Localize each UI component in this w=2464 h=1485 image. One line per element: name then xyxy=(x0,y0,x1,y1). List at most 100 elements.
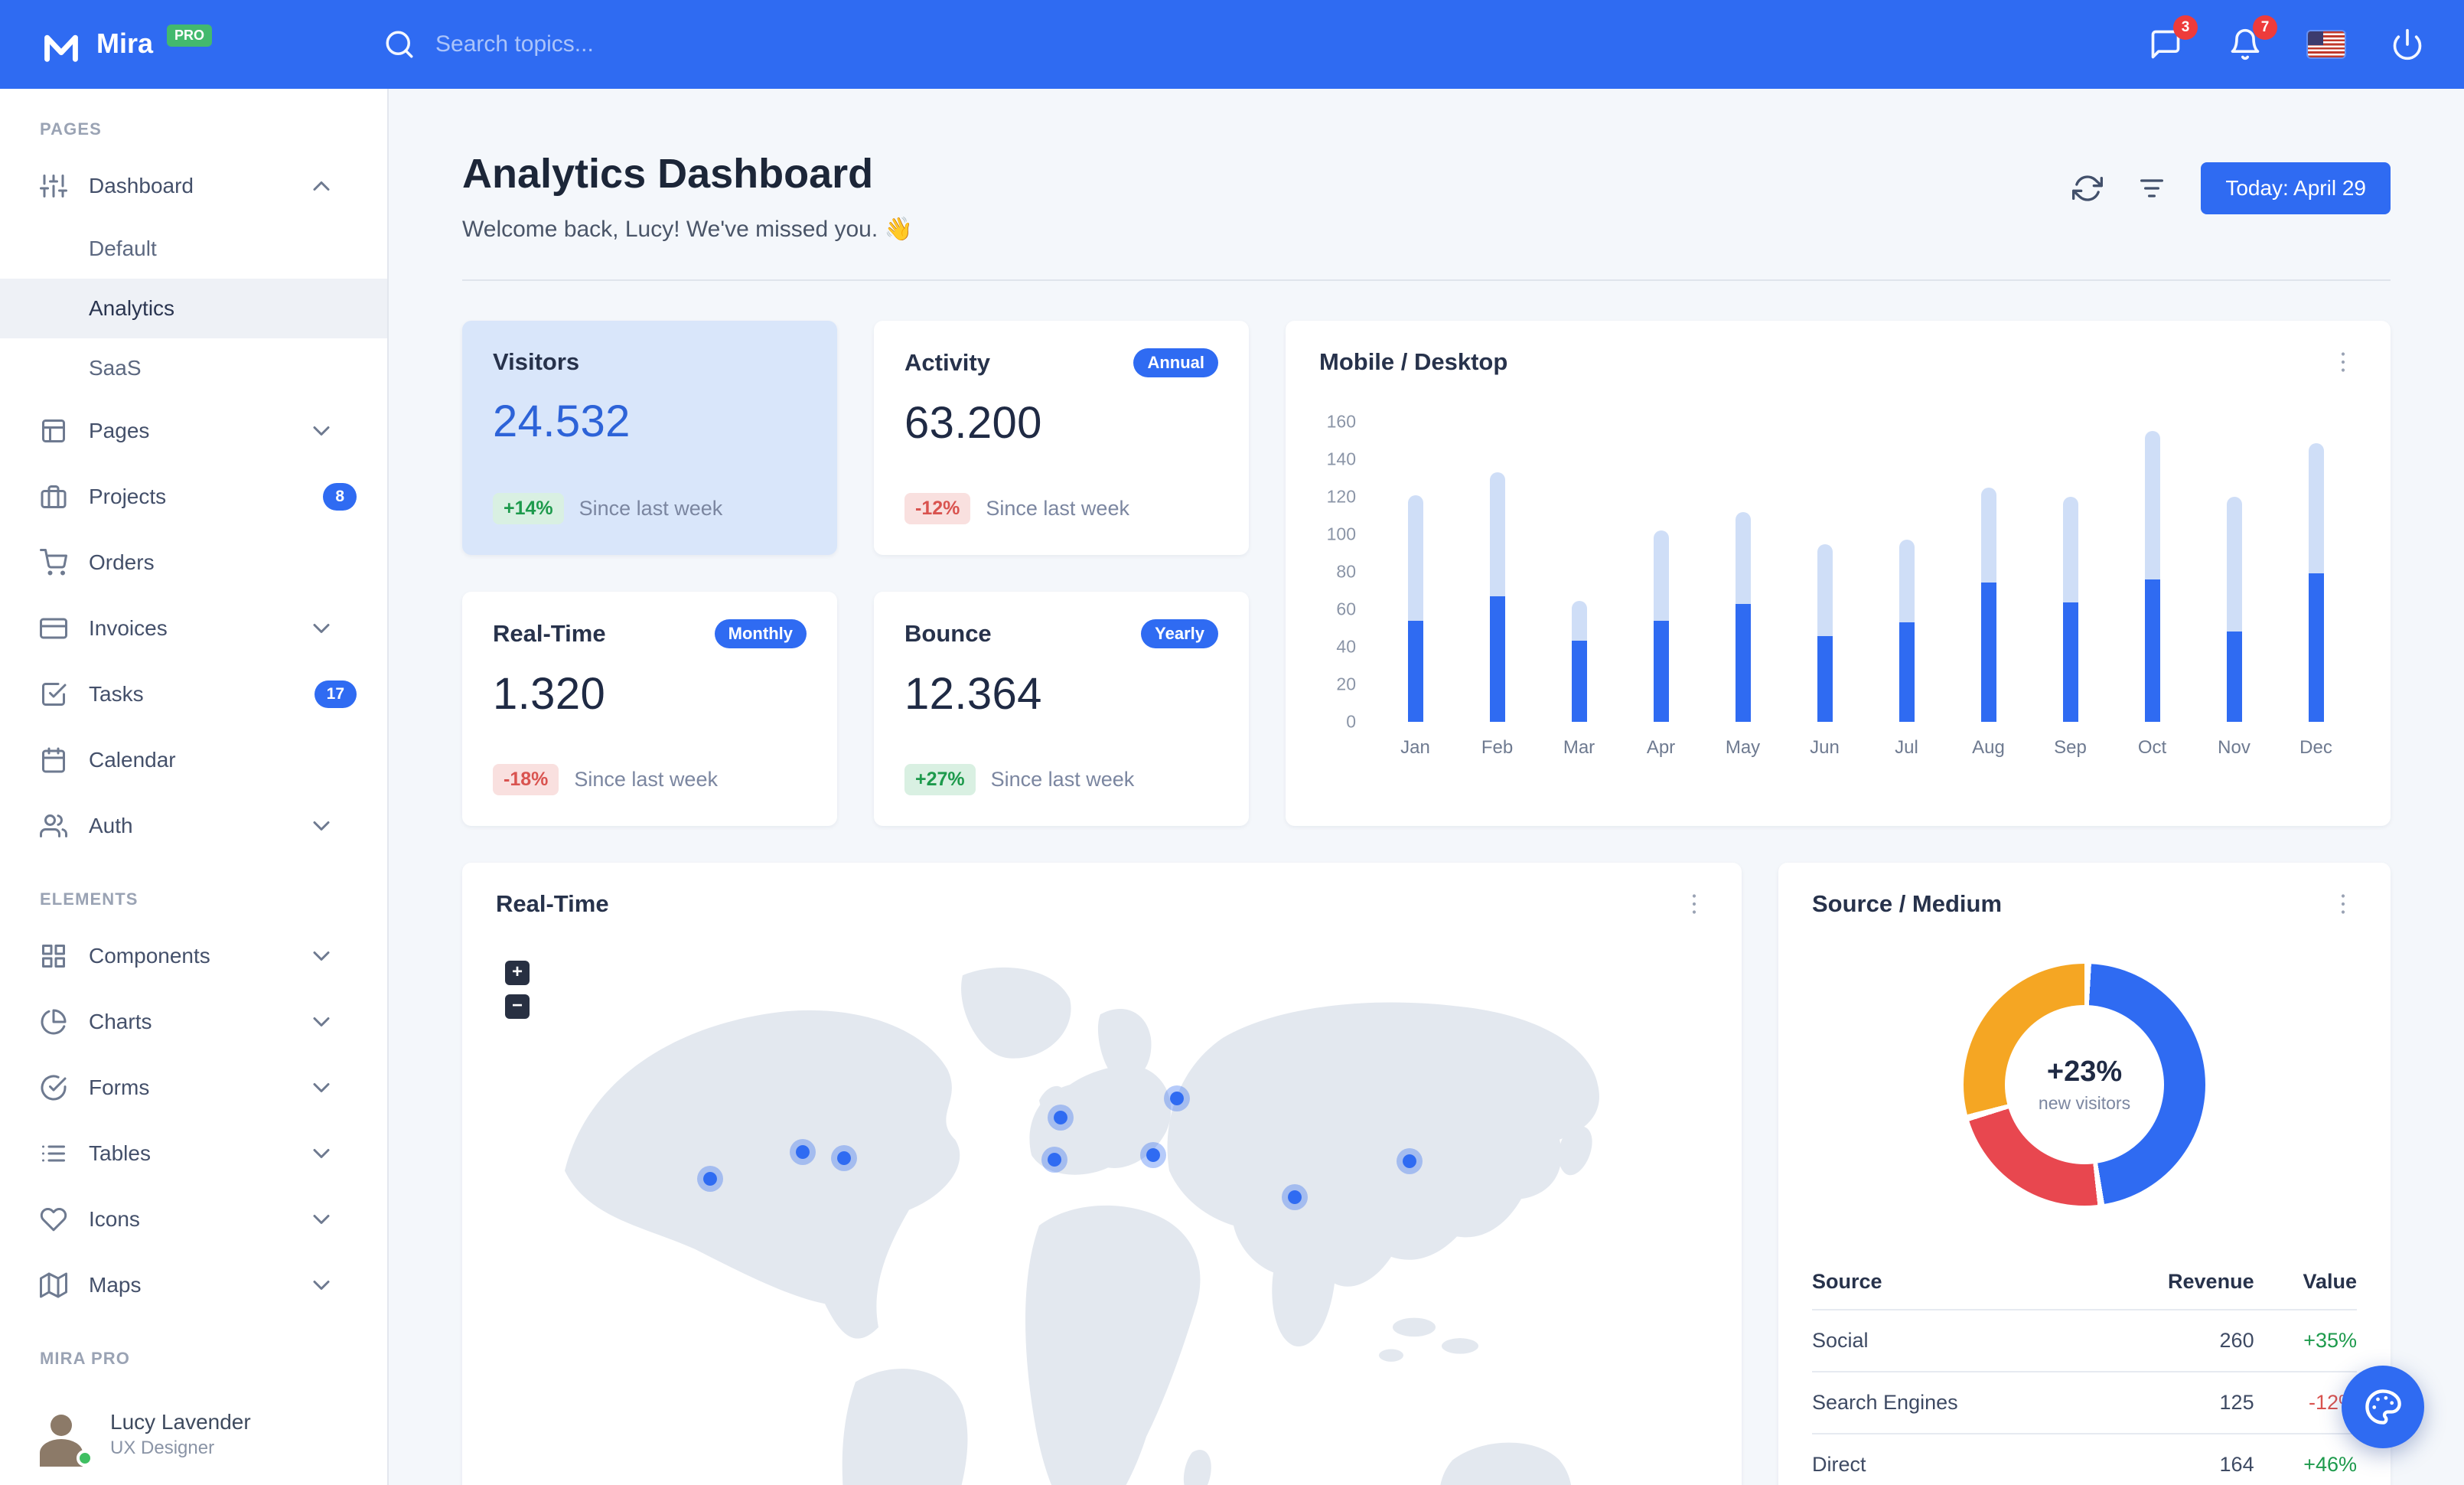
sidebar-item-pages[interactable]: Pages xyxy=(0,398,387,464)
sidebar-item-tables[interactable]: Tables xyxy=(0,1121,387,1186)
sidebar-item-components[interactable]: Components xyxy=(0,923,387,989)
today-button[interactable]: Today: April 29 xyxy=(2201,162,2391,214)
stat-caption: Since last week xyxy=(579,497,723,520)
sidebar-subitem-analytics[interactable]: Analytics xyxy=(0,279,387,338)
header-divider xyxy=(462,279,2391,281)
x-tick-label: Jul xyxy=(1895,737,1918,758)
x-tick-label: Jun xyxy=(1810,737,1840,758)
sidebar-item-icons[interactable]: Icons xyxy=(0,1186,387,1252)
chevron-down-icon xyxy=(308,1008,335,1036)
zoom-in-button[interactable]: + xyxy=(505,961,530,985)
users-icon xyxy=(40,812,67,840)
stat-title: Visitors xyxy=(493,348,580,375)
notifications-button[interactable]: 7 xyxy=(2228,15,2277,61)
source-card-title: Source / Medium xyxy=(1812,890,2003,917)
chevron-up-icon xyxy=(308,172,335,200)
user-name: Lucy Lavender xyxy=(110,1410,251,1434)
calendar-icon xyxy=(40,746,67,774)
stats-grid: Visitors 24.532 +14% Since last week Act… xyxy=(462,321,1249,826)
x-tick-label: Mar xyxy=(1563,737,1595,758)
search-input[interactable] xyxy=(435,31,957,57)
check-circle-icon xyxy=(40,1074,67,1102)
more-vertical-icon[interactable] xyxy=(1680,890,1708,918)
donut-chart: +23% new visitors xyxy=(1964,964,2205,1206)
list-icon xyxy=(40,1140,67,1167)
sidebar-item-invoices[interactable]: Invoices xyxy=(0,596,387,661)
sidebar-item-forms[interactable]: Forms xyxy=(0,1055,387,1121)
chevron-down-icon xyxy=(308,417,335,445)
x-tick-label: Apr xyxy=(1646,737,1676,758)
map-zoom-controls: + − xyxy=(505,961,530,1019)
source-table-body: Social 260 +35% Search Engines 125 -12% Direct… xyxy=(1812,1310,2357,1485)
more-vertical-icon[interactable] xyxy=(2329,890,2357,918)
world-map[interactable]: + − xyxy=(496,936,1708,1485)
bar-chart: 0 20 40 60 80 100 120 140 160 Jan Feb Mar Apr May Jun… xyxy=(1319,412,2357,759)
donut-center-value: +23% xyxy=(2046,1056,2123,1088)
sidebar-item-label: Invoices xyxy=(89,616,168,640)
messages-button[interactable]: 3 xyxy=(2149,15,2198,61)
sidebar-item-label: Orders xyxy=(89,550,155,574)
cell-value: +46% xyxy=(2254,1434,2357,1485)
sidebar-user[interactable]: Lucy Lavender UX Designer xyxy=(0,1384,387,1485)
sidebar-item-label: Projects xyxy=(89,485,167,508)
sidebar-item-charts[interactable]: Charts xyxy=(0,989,387,1055)
chevron-down-icon xyxy=(308,1206,335,1233)
zoom-out-button[interactable]: − xyxy=(505,994,530,1019)
stat-title: Real-Time xyxy=(493,620,606,647)
stacked-bar xyxy=(1980,488,1996,722)
stat-period-badge[interactable]: Yearly xyxy=(1141,619,1218,648)
sidebar-item-projects[interactable]: Projects 8 xyxy=(0,464,387,530)
sidebar-item-dashboard[interactable]: Dashboard xyxy=(0,153,387,219)
stat-period-badge[interactable]: Annual xyxy=(1133,348,1218,377)
bar-column: May xyxy=(1702,422,1784,759)
sidebar-count-badge: 8 xyxy=(323,483,357,511)
theme-settings-fab[interactable] xyxy=(2342,1366,2424,1448)
sidebar-subitem-saas[interactable]: SaaS xyxy=(0,338,387,398)
language-flag-us[interactable] xyxy=(2308,31,2345,57)
sidebar-item-auth[interactable]: Auth xyxy=(0,793,387,859)
stat-delta-badge: +14% xyxy=(493,493,564,524)
stat-delta-badge: +27% xyxy=(904,764,976,795)
y-tick-label: 100 xyxy=(1326,524,1356,544)
sidebar: PAGES Dashboard Default Analytics SaaS Pages P… xyxy=(0,89,389,1485)
brand[interactable]: Mira PRO xyxy=(40,23,213,66)
filter-icon[interactable] xyxy=(2136,173,2167,204)
sidebar-item-label: Tables xyxy=(89,1141,151,1165)
sidebar-nav: PAGES Dashboard Default Analytics SaaS Pages P… xyxy=(0,89,387,1382)
y-tick-label: 60 xyxy=(1336,599,1356,619)
avatar-wrap xyxy=(31,1404,93,1467)
refresh-icon[interactable] xyxy=(2072,173,2104,204)
layout-icon xyxy=(40,417,67,445)
shopping-cart-icon xyxy=(40,549,67,576)
search-icon xyxy=(383,28,416,60)
sidebar-item-calendar[interactable]: Calendar xyxy=(0,727,387,793)
sidebar-item-orders[interactable]: Orders xyxy=(0,530,387,596)
world-map-shapes xyxy=(565,967,1599,1485)
stat-title: Bounce xyxy=(904,620,992,647)
bar-column: Aug xyxy=(1947,422,2029,759)
cell-source: Search Engines xyxy=(1812,1372,2091,1434)
stat-card-realtime: Real-Time Monthly 1.320 -18% Since last … xyxy=(462,592,837,826)
stacked-bar xyxy=(1735,512,1751,722)
sidebar-subitem-default[interactable]: Default xyxy=(0,219,387,279)
stat-delta-badge: -18% xyxy=(493,764,559,795)
col-revenue: Revenue xyxy=(2090,1255,2254,1310)
sidebar-item-maps[interactable]: Maps xyxy=(0,1252,387,1318)
stat-delta-badge: -12% xyxy=(904,493,971,524)
more-vertical-icon[interactable] xyxy=(2329,348,2357,376)
stat-period-badge[interactable]: Monthly xyxy=(714,619,807,648)
sidebar-item-label: Pages xyxy=(89,419,150,442)
map-marker xyxy=(1281,1184,1308,1211)
cell-revenue: 125 xyxy=(2090,1372,2254,1434)
sidebar-item-label: Charts xyxy=(89,1010,152,1033)
x-tick-label: Sep xyxy=(2054,737,2087,758)
sidebar-count-badge: 17 xyxy=(314,680,357,708)
sidebar-item-label: Maps xyxy=(89,1273,142,1297)
stacked-bar xyxy=(1571,601,1587,722)
chevron-down-icon xyxy=(308,812,335,840)
sidebar-item-tasks[interactable]: Tasks 17 xyxy=(0,661,387,727)
bar-chart-y-axis: 0 20 40 60 80 100 120 140 160 xyxy=(1319,412,1374,732)
sidebar-item-label: Forms xyxy=(89,1075,150,1099)
y-tick-label: 140 xyxy=(1326,449,1356,469)
sign-out-button[interactable] xyxy=(2391,28,2424,61)
